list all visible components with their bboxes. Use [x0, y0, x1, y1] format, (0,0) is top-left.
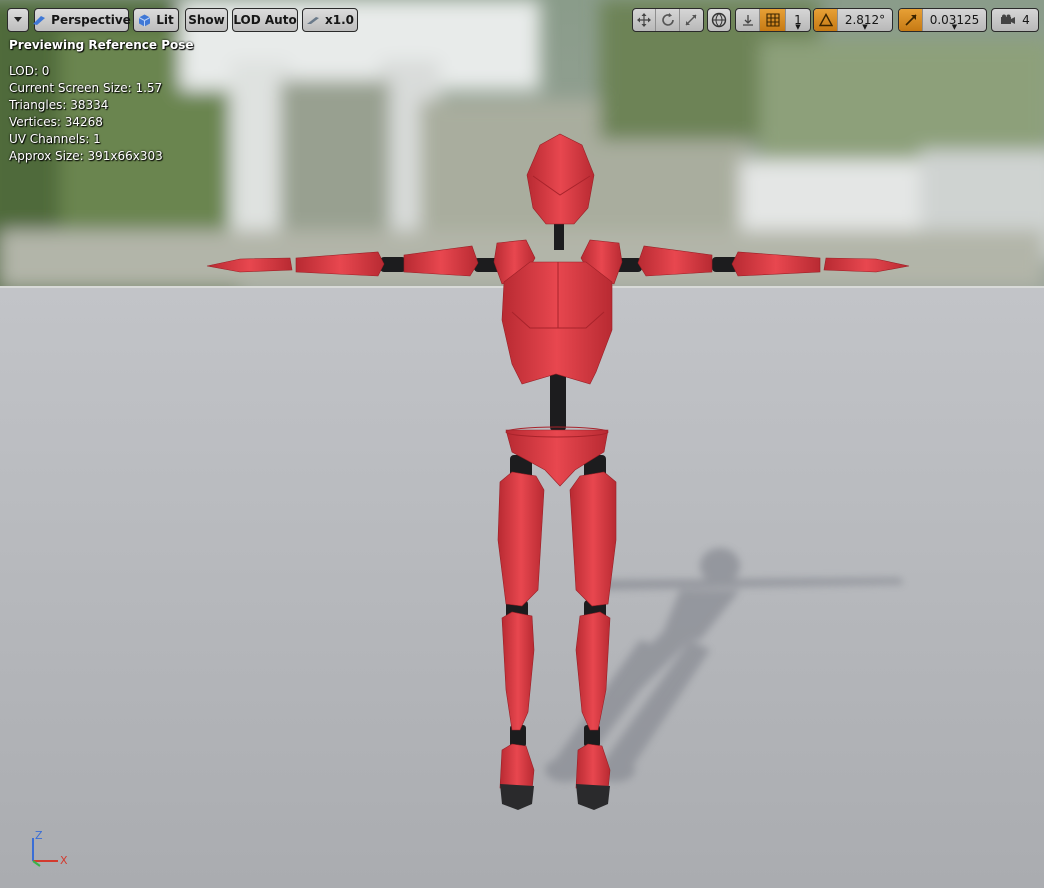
surface-snap-icon — [742, 15, 753, 26]
move-arrows-icon — [637, 13, 652, 27]
axis-x-label: X — [60, 854, 68, 867]
scale-snap-dropdown[interactable]: 0.03125 ▼ — [923, 9, 986, 31]
camera-speed-group[interactable]: 4 — [991, 8, 1039, 32]
lighting-mode-label: Lit — [156, 13, 174, 27]
grid-icon — [765, 13, 780, 27]
world-local-toggle[interactable] — [707, 8, 731, 32]
view-mode-label: Perspective — [51, 13, 131, 27]
camera-speed-value: 4 — [1022, 13, 1030, 27]
scale-snap-icon — [904, 14, 917, 26]
lit-cube-icon — [139, 14, 151, 26]
lighting-mode-button[interactable]: Lit — [133, 8, 179, 32]
chevron-down-icon: ▼ — [862, 23, 868, 31]
scale-snap-toggle[interactable] — [899, 9, 923, 31]
rotation-snap-toggle[interactable] — [814, 9, 838, 31]
viewport-options-button[interactable] — [7, 8, 29, 32]
grid-snap-group: 1 ▼ — [735, 8, 811, 32]
stat-screen-size: Current Screen Size: 1.57 — [9, 81, 163, 95]
perspective-icon — [33, 16, 46, 25]
transform-tools-group — [632, 8, 704, 32]
chevron-down-icon — [14, 17, 22, 22]
scale-snap-group: 0.03125 ▼ — [898, 8, 987, 32]
scale-icon — [685, 14, 697, 26]
lod-label: LOD Auto — [233, 13, 297, 27]
stat-lod: LOD: 0 — [9, 64, 50, 78]
playback-speed-button[interactable]: x1.0 — [302, 8, 358, 32]
axis-z-label: Z — [35, 829, 43, 842]
playback-speed-label: x1.0 — [325, 13, 354, 27]
rotation-snap-group: 2.812° ▼ — [813, 8, 893, 32]
chevron-down-icon: ▼ — [795, 23, 801, 31]
stat-approx-size: Approx Size: 391x66x303 — [9, 149, 163, 163]
rotation-snap-dropdown[interactable]: 2.812° ▼ — [838, 9, 892, 31]
show-label: Show — [188, 13, 225, 27]
stat-triangles: Triangles: 38334 — [9, 98, 109, 112]
camera-speed-dropdown[interactable]: 4 — [992, 9, 1038, 31]
rotate-tool[interactable] — [656, 9, 680, 31]
angle-snap-icon — [818, 13, 833, 27]
show-button[interactable]: Show — [185, 8, 228, 32]
rotate-icon — [661, 13, 674, 26]
stat-vertices: Vertices: 34268 — [9, 115, 103, 129]
speed-icon — [307, 17, 319, 24]
grid-snap-toggle[interactable] — [760, 9, 786, 31]
preview-pose-label: Previewing Reference Pose — [9, 38, 194, 52]
mesh-stats: LOD: 0 Current Screen Size: 1.57 Triangl… — [9, 63, 163, 165]
camera-icon — [1001, 14, 1016, 24]
scale-tool[interactable] — [680, 9, 703, 31]
translate-tool[interactable] — [633, 9, 657, 31]
stat-uv-channels: UV Channels: 1 — [9, 132, 101, 146]
globe-icon — [711, 12, 727, 28]
chevron-down-icon: ▼ — [951, 23, 958, 31]
surface-snap-toggle[interactable] — [736, 9, 760, 31]
viewport[interactable]: Z X Perspective Lit Show LOD Auto x1.0 1… — [0, 0, 1044, 888]
view-mode-button[interactable]: Perspective — [33, 8, 131, 32]
lod-button[interactable]: LOD Auto — [232, 8, 298, 32]
grid-size-dropdown[interactable]: 1 ▼ — [786, 9, 810, 31]
